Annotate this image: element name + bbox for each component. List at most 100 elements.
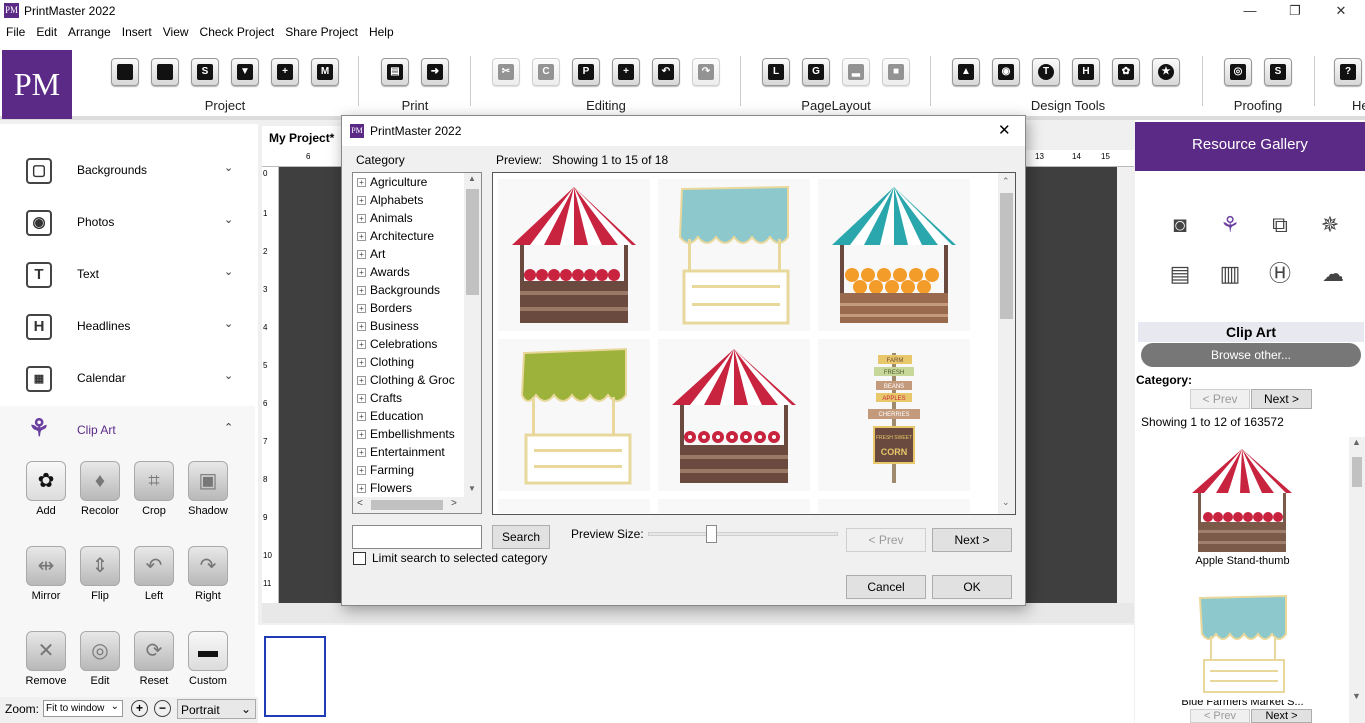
category-item[interactable]: + Business [357, 319, 419, 337]
help-bulb-icon[interactable]: ? [1334, 58, 1362, 86]
camera-icon[interactable]: ◉ [992, 58, 1020, 86]
expand-plus-icon[interactable]: + [357, 484, 366, 493]
preview-size-slider[interactable] [648, 525, 838, 543]
guides-icon[interactable]: G [802, 58, 830, 86]
scroll-up-icon[interactable]: ▲ [1352, 437, 1361, 447]
headline-icon[interactable]: H [1072, 58, 1100, 86]
category-item[interactable]: + Backgrounds [357, 283, 440, 301]
templates-icon[interactable]: ▥ [1215, 259, 1245, 289]
category-item[interactable]: + Clothing & Groc [357, 373, 455, 391]
template-icon[interactable]: ▼ [231, 58, 259, 86]
expand-plus-icon[interactable]: + [357, 340, 366, 349]
expand-plus-icon[interactable]: + [357, 322, 366, 331]
menu-check-project[interactable]: Check Project [194, 22, 280, 39]
share-arrow-icon[interactable]: ➜ [421, 58, 449, 86]
category-item[interactable]: + Awards [357, 265, 410, 283]
expand-plus-icon[interactable]: + [357, 412, 366, 421]
dialog-next-button[interactable]: Next > [932, 528, 1012, 552]
copy-icon[interactable]: C [532, 58, 560, 86]
expand-plus-icon[interactable]: + [357, 430, 366, 439]
category-item[interactable]: + Entertainment [357, 445, 445, 463]
expand-plus-icon[interactable]: + [357, 466, 366, 475]
zoom-in-button[interactable]: + [131, 700, 148, 717]
category-vscrollbar[interactable]: ▲ ▼ [464, 173, 481, 497]
headline-icon[interactable]: Ⓗ [1265, 259, 1295, 289]
dialog-prev-button[interactable]: < Prev [846, 528, 926, 552]
menu-file[interactable]: File [0, 22, 30, 39]
category-item[interactable]: + Architecture [357, 229, 434, 247]
cut-icon[interactable]: ✂ [492, 58, 520, 86]
minimize-button[interactable]: — [1227, 0, 1273, 22]
menu-insert[interactable]: Insert [116, 22, 157, 39]
scroll-right-icon[interactable]: > [451, 498, 457, 509]
cloud-com-icon[interactable]: ☁ [1315, 259, 1351, 289]
redo-icon[interactable]: ↷ [692, 58, 720, 86]
expand-plus-icon[interactable]: + [357, 232, 366, 241]
lotus-icon[interactable]: ⚘ [1215, 210, 1245, 240]
horizontal-scrollbar[interactable] [262, 603, 1134, 623]
preview-item-flower-stand[interactable] [658, 339, 810, 491]
rotate-right-button[interactable]: ↷ Right [186, 546, 230, 602]
preview-item-orange-stand[interactable] [818, 179, 970, 331]
custom-button[interactable]: ▬ Custom [186, 631, 230, 687]
category-item[interactable]: + Farming [357, 463, 414, 481]
paste-icon[interactable]: P [572, 58, 600, 86]
spellcheck-icon[interactable]: S [1264, 58, 1292, 86]
menu-edit[interactable]: Edit [30, 22, 62, 39]
scroll-up-icon[interactable]: ⌃ [1002, 176, 1010, 187]
clipart-icon[interactable]: ✿ [1112, 58, 1140, 86]
search-button[interactable]: Search [492, 525, 550, 549]
remove-button[interactable]: ✕ Remove [24, 631, 68, 687]
category-item[interactable]: + Agriculture [357, 175, 427, 193]
search-input[interactable] [352, 525, 482, 549]
scroll-down-icon[interactable]: ⌄ [1002, 497, 1010, 508]
category-item[interactable]: + Education [357, 409, 423, 427]
restore-button[interactable]: ❐ [1272, 0, 1318, 22]
category-item[interactable]: + Clothing [357, 355, 414, 373]
scroll-thumb[interactable] [466, 189, 479, 295]
save-project-icon[interactable]: S [191, 58, 219, 86]
ok-button[interactable]: OK [932, 575, 1012, 599]
category-headlines[interactable]: H Headlines ⌄ [0, 302, 255, 354]
printer-icon[interactable]: ▤ [381, 58, 409, 86]
edit-button[interactable]: ◎ Edit [78, 631, 122, 687]
category-clip-art[interactable]: ⚘ Clip Art ⌃ [0, 406, 255, 458]
category-tree[interactable]: + Agriculture + Alphabets + Animals + Architect… [352, 172, 482, 514]
expand-plus-icon[interactable]: + [357, 250, 366, 259]
category-item[interactable]: + Alphabets [357, 193, 423, 211]
open-project-icon[interactable] [151, 58, 179, 86]
preview-item-partial[interactable] [818, 499, 970, 513]
project-tab[interactable]: My Project* [262, 126, 342, 150]
crop-button[interactable]: ⌗ Crop [132, 461, 176, 517]
limit-search-checkbox[interactable] [353, 552, 366, 565]
group-icon[interactable]: ■ [882, 58, 910, 86]
mirror-button[interactable]: ⇹ Mirror [24, 546, 68, 602]
scroll-down-icon[interactable]: ▼ [1352, 691, 1361, 701]
expand-plus-icon[interactable]: + [357, 196, 366, 205]
bottom-prev-button[interactable]: < Prev [1190, 709, 1250, 723]
category-calendar[interactable]: ▦ Calendar ⌄ [0, 354, 255, 406]
category-item[interactable]: + Celebrations [357, 337, 437, 355]
add-button[interactable]: ✿ Add [24, 461, 68, 517]
preview-item-partial[interactable] [658, 499, 810, 513]
expand-plus-icon[interactable]: + [357, 268, 366, 277]
backgrounds-icon[interactable]: ⧉ [1265, 210, 1295, 240]
expand-plus-icon[interactable]: + [357, 304, 366, 313]
menu-arrange[interactable]: Arrange [62, 22, 116, 39]
category-backgrounds[interactable]: ▢ Backgrounds ⌄ [0, 146, 255, 198]
preview-icon[interactable]: ◎ [1224, 58, 1252, 86]
blue-farmers-market-thumbnail[interactable] [1196, 594, 1290, 694]
dialog-close-button[interactable]: ✕ [998, 121, 1011, 139]
next-button[interactable]: Next > [1251, 389, 1312, 409]
text-circle-icon[interactable]: T [1032, 58, 1060, 86]
browse-other-button[interactable]: Browse other... [1141, 343, 1361, 367]
page-thumbnail[interactable] [264, 636, 326, 717]
scroll-thumb[interactable] [1000, 193, 1013, 319]
shadow-button[interactable]: ▣ Shadow [186, 461, 230, 517]
cancel-button[interactable]: Cancel [846, 575, 926, 599]
category-item[interactable]: + Embellishments [357, 427, 455, 445]
scroll-thumb[interactable] [1352, 457, 1362, 487]
zoom-out-button[interactable]: − [154, 700, 171, 717]
my-designs-icon[interactable]: M [311, 58, 339, 86]
bottom-next-button[interactable]: Next > [1251, 709, 1312, 723]
